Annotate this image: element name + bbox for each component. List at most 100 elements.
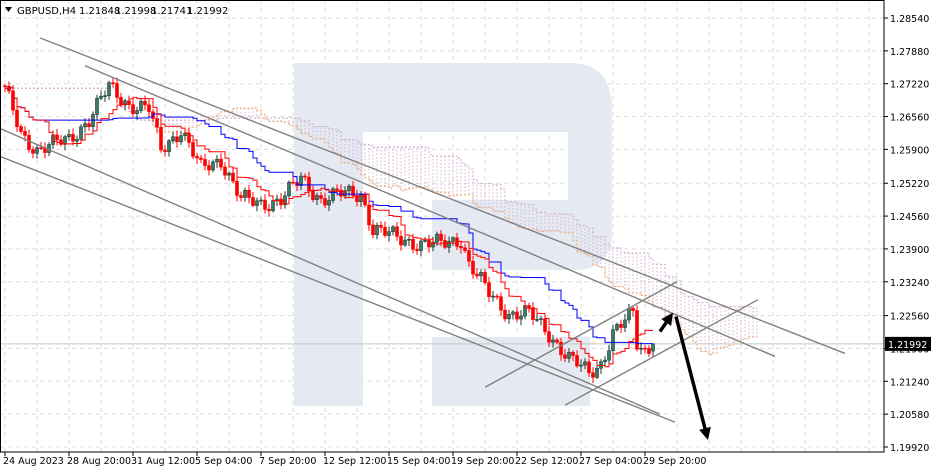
candle-body [511,311,515,315]
candle-body [203,159,207,166]
bull-candle [387,226,391,242]
time-tick-label: 7 Sep 20:00 [259,456,316,467]
candle-body [383,227,387,236]
candle-body [487,282,491,297]
bull-candle [211,159,215,173]
bull-candle [535,313,539,322]
bear-candle [267,204,271,217]
candle-body [331,188,335,201]
candle-body [415,249,419,251]
bear-candle [371,219,375,239]
candle-body [267,209,271,212]
candle-body [323,198,327,206]
candle-body [163,149,167,152]
bear-candle [59,135,63,147]
bear-candle [263,194,267,214]
candle-body [95,98,99,115]
dropdown-triangle-icon[interactable] [5,7,12,12]
candle-body [575,355,579,367]
candle-body [131,104,135,114]
candle-body [651,343,655,352]
time-axis[interactable]: 24 Aug 2023 28 Aug 20:00 31 Aug 12:00 5 Sep… [3,452,706,467]
candle-body [219,158,223,168]
bull-candle [375,222,379,240]
time-tick-label: 15 Sep 04:00 [387,456,450,467]
bear-candle [55,128,59,146]
symbol-timeframe: GBPUSD,H4 [17,6,76,17]
bear-candle [383,221,387,238]
bull-candle [227,171,231,181]
price-chart[interactable]: 1.28540 1.27880 1.27220 1.26560 1.25900 1.252… [0,0,931,471]
candle-body [579,364,583,367]
candle-body [375,224,379,235]
candle-body [235,180,239,196]
bull-candle [243,187,247,202]
candle-body [307,176,311,192]
bear-candle [251,191,255,208]
candle-body [439,233,443,241]
time-tick-label: 28 Aug 20:00 [67,456,131,467]
candle-body [271,200,275,212]
candle-body [3,85,7,87]
price-tick-label: 1.25900 [890,145,929,156]
candle-body [159,126,163,151]
candle-body [551,339,555,343]
candle-body [419,240,423,251]
candle-body [263,199,267,210]
candle-body [207,165,211,171]
candle-body [495,295,499,298]
candle-body [531,307,535,320]
bear-candle [503,304,507,322]
candle-body [167,140,171,152]
bear-candle [19,124,23,135]
candle-body [407,238,411,241]
candle-body [611,329,615,351]
candle-body [19,126,23,132]
bull-candle [611,324,615,357]
bull-candle [179,131,183,145]
bear-candle [147,99,151,117]
candle-body [535,319,539,321]
candle-body [595,367,599,378]
candle-body [547,331,551,343]
candle-body [279,198,283,206]
bull-candle [623,313,627,333]
price-tick-label: 1.25220 [890,179,929,190]
candle-body [87,123,91,127]
candle-body [559,341,563,356]
bear-candle [223,162,227,180]
price-tick-label: 1.19920 [890,443,929,454]
candle-body [211,161,215,171]
candle-body [319,195,323,199]
bull-candle [615,322,619,332]
candle-body [347,185,351,192]
bull-candle [539,315,543,326]
bear-candle [207,160,211,176]
candle-body [291,181,295,184]
bear-candle [231,168,235,184]
bear-candle [531,302,535,325]
bull-candle [67,129,71,141]
time-tick-label: 24 Aug 2023 [3,456,64,467]
candle-body [647,348,651,354]
price-tick-label: 1.24560 [890,212,929,223]
bull-candle [283,191,287,209]
candle-body [155,118,159,128]
bear-candle [515,306,519,322]
price-tick-label: 1.23240 [890,278,929,289]
bear-candle [71,128,75,146]
bear-candle [175,130,179,148]
price-axis[interactable]: 1.28540 1.27880 1.27220 1.26560 1.25900 1.252… [884,14,929,454]
watermark-r-shape [294,63,612,406]
candle-body [503,309,507,320]
candle-body [179,135,183,143]
candle-body [143,100,147,106]
bear-candle [635,305,639,352]
candle-body [55,134,59,141]
bull-candle [139,98,143,113]
candle-body [443,240,447,248]
candle-body [183,132,187,137]
bull-candle [259,196,263,205]
price-tick-label: 1.27880 [890,47,929,58]
bear-candle [203,153,207,171]
